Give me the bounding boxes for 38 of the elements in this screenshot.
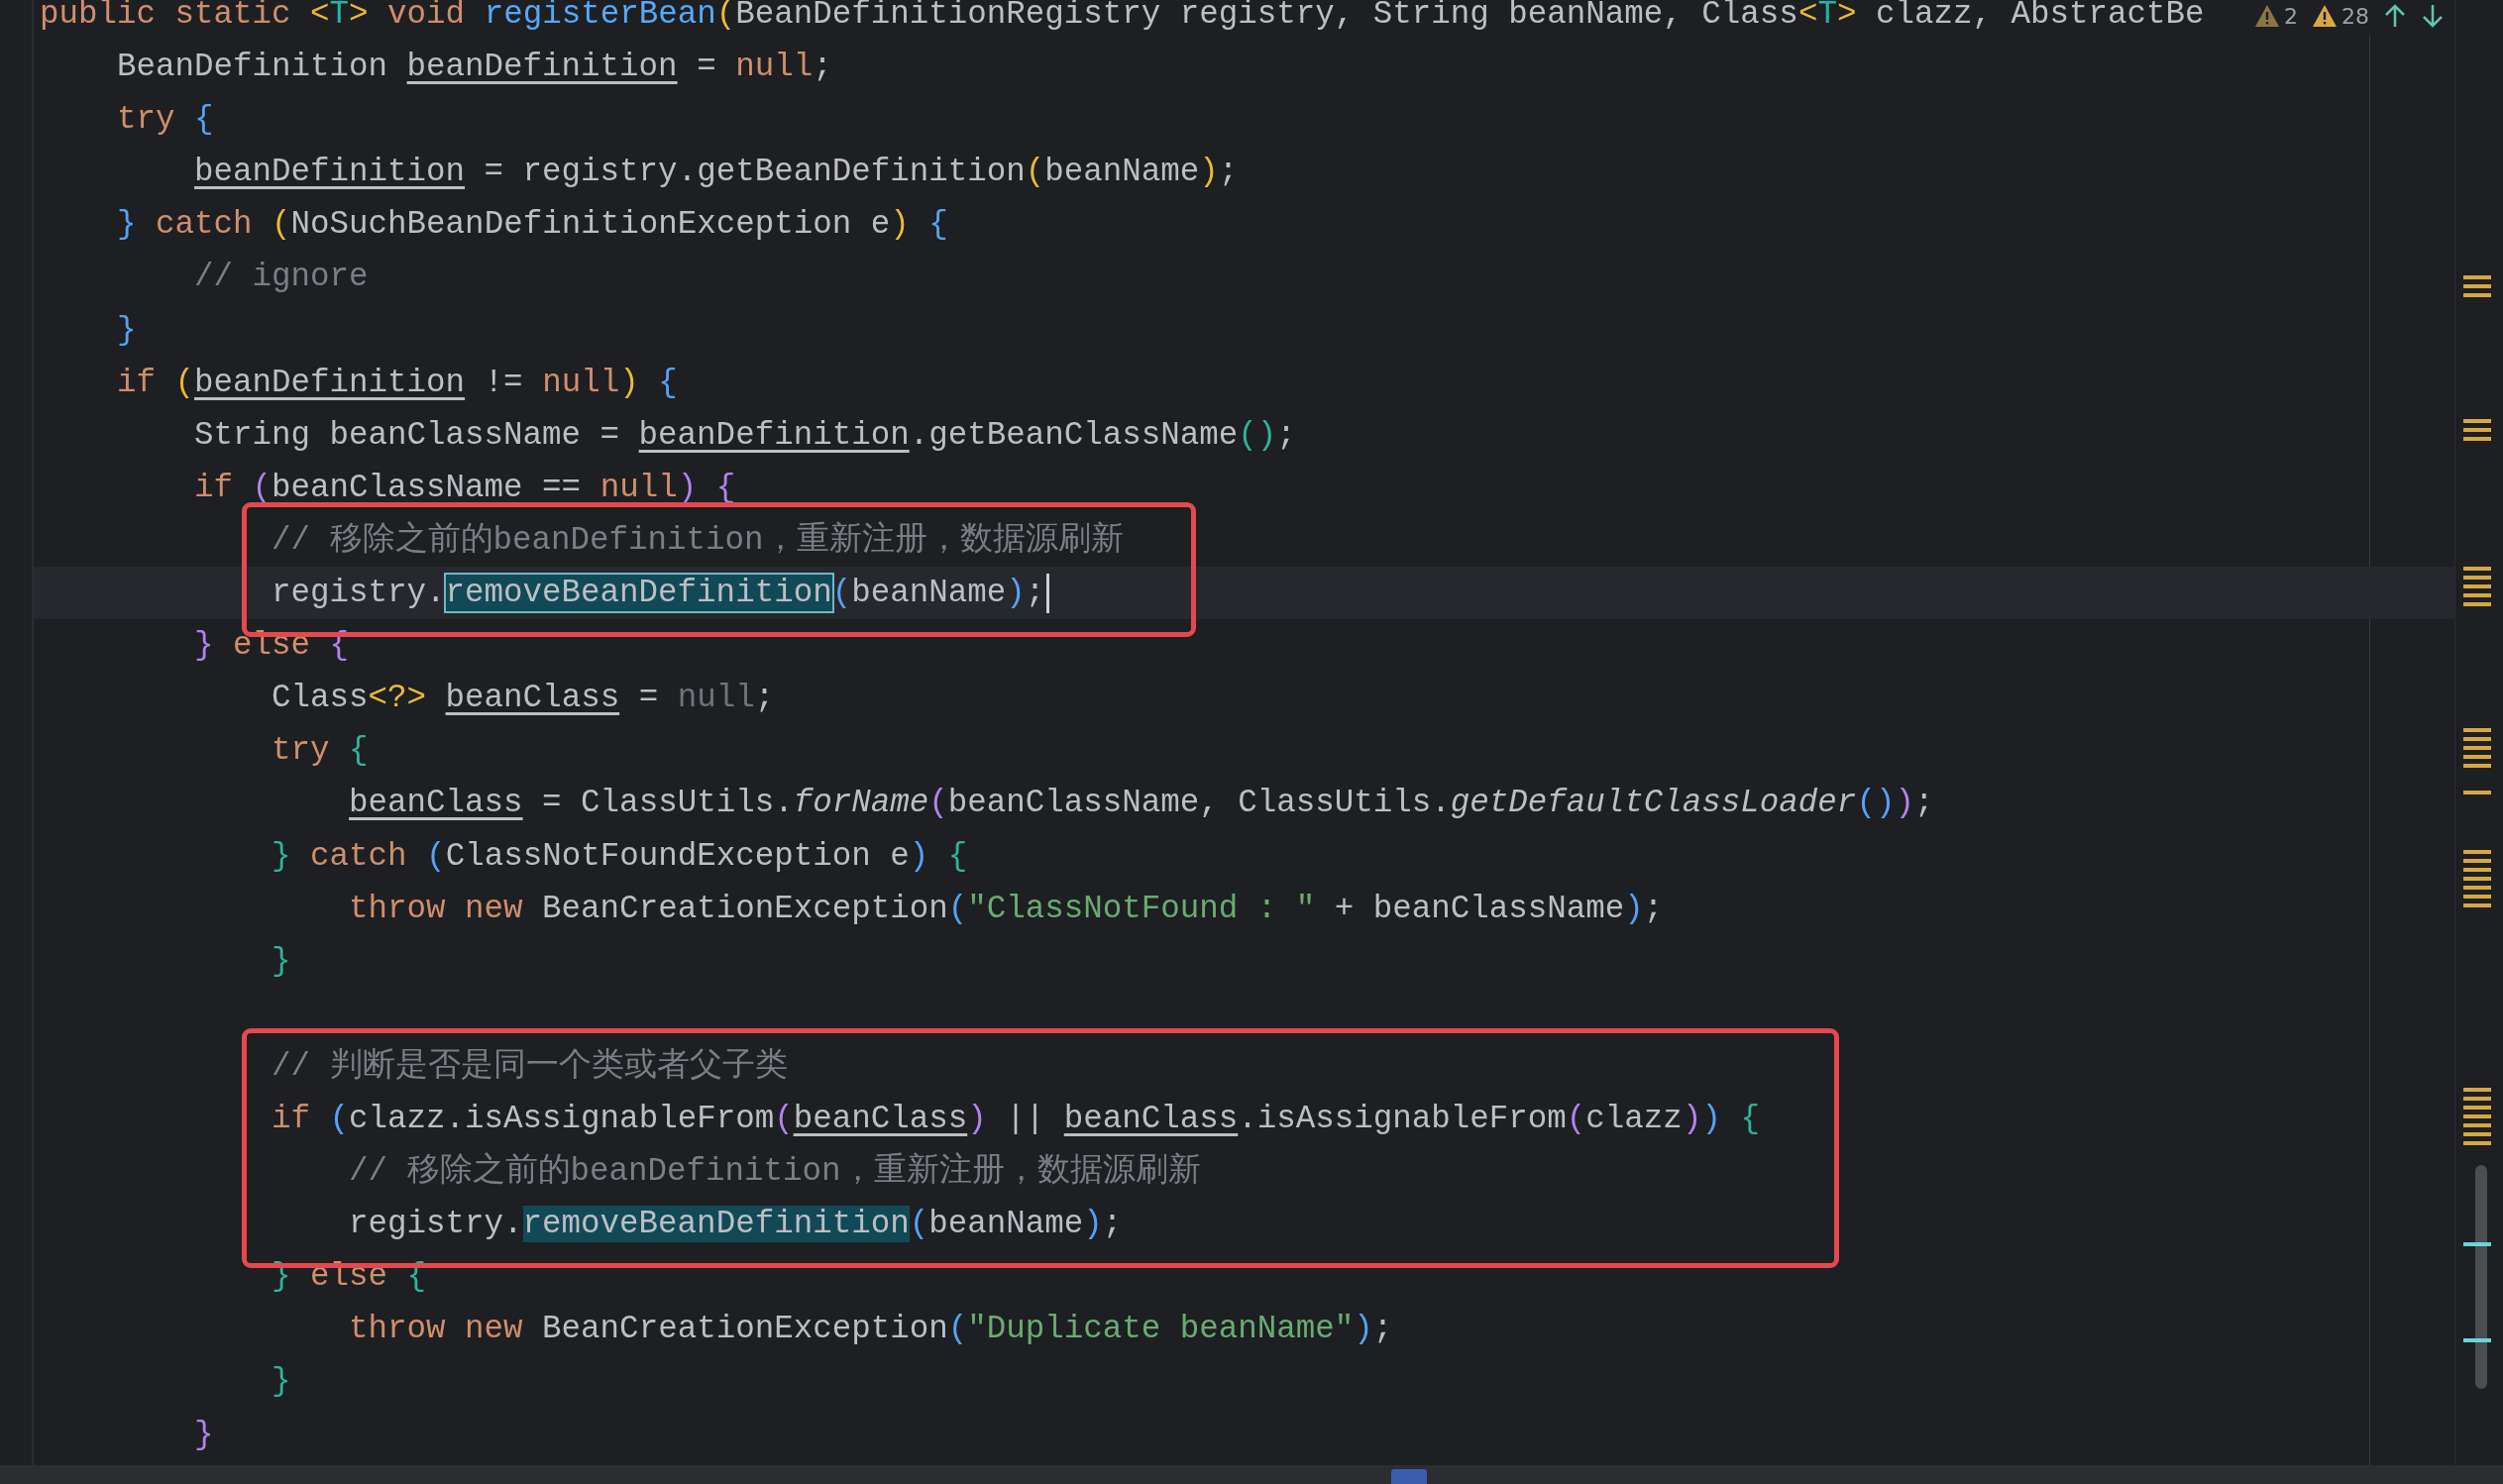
code-line: public static <T> void registerBean(BeanDefinitionRegistry registry, String beanName, Class<T> clazz, AbstractBe	[40, 0, 2205, 35]
warning-stripe[interactable]	[2463, 419, 2491, 441]
up-arrow-icon	[2383, 3, 2407, 29]
code-line: }	[271, 1362, 291, 1403]
code-line: BeanDefinition beanDefinition = null;	[116, 48, 832, 88]
code-line: throw new BeanCreationException("ClassNotFound : " + beanClassName);	[348, 889, 1664, 929]
code-line: if (clazz.isAssignableFrom(beanClass) || beanClass.isAssignableFrom(clazz)) {	[271, 1099, 1760, 1139]
down-arrow-icon	[2421, 3, 2445, 29]
weak-warning-icon	[2254, 4, 2280, 28]
code-line: beanDefinition = registry.getBeanDefinition(beanName);	[193, 153, 1239, 193]
code-line: }	[116, 310, 137, 351]
code-line: }	[193, 1415, 214, 1455]
code-line: beanClass = ClassUtils.forName(beanClassName, ClassUtils.getDefaultClassLoader());	[348, 784, 1934, 824]
scrollbar-thumb[interactable]	[2475, 1165, 2487, 1389]
code-line: // 判断是否是同一个类或者父子类	[271, 1046, 788, 1087]
code-line: if (beanDefinition != null) {	[116, 363, 678, 403]
code-line: registry.removeBeanDefinition(beanName);	[348, 1205, 1123, 1245]
code-line: }	[271, 941, 291, 982]
code-line: // 移除之前的beanDefinition，重新注册，数据源刷新	[348, 1151, 1201, 1193]
code-line: Class<?> beanClass = null;	[271, 679, 775, 719]
warning-stripe[interactable]	[2463, 728, 2491, 768]
weak-warning-count: 2	[2284, 3, 2298, 29]
next-highlight-button[interactable]	[2421, 3, 2445, 29]
warning-stripe[interactable]	[2463, 275, 2491, 297]
code-line: } catch (NoSuchBeanDefinitionException e) {	[116, 205, 948, 246]
warning-count: 28	[2341, 3, 2369, 29]
code-line: String beanClassName = beanDefinition.getBeanClassName();	[193, 415, 1296, 456]
code-line: } catch (ClassNotFoundException e) {	[271, 836, 968, 877]
code-line: // 移除之前的beanDefinition，重新注册，数据源刷新	[271, 520, 1124, 561]
code-line: registry.removeBeanDefinition(beanName);	[271, 574, 1045, 614]
code-line: throw new BeanCreationException("Duplicate beanName");	[348, 1310, 1393, 1350]
warning-stripe[interactable]	[2463, 567, 2491, 606]
code-line: try {	[116, 100, 214, 141]
previous-highlight-button[interactable]	[2383, 3, 2407, 29]
code-line: // ignore	[193, 258, 369, 298]
warning-icon	[2312, 4, 2338, 28]
code-line: try {	[271, 731, 369, 772]
status-indicator	[1391, 1469, 1427, 1484]
